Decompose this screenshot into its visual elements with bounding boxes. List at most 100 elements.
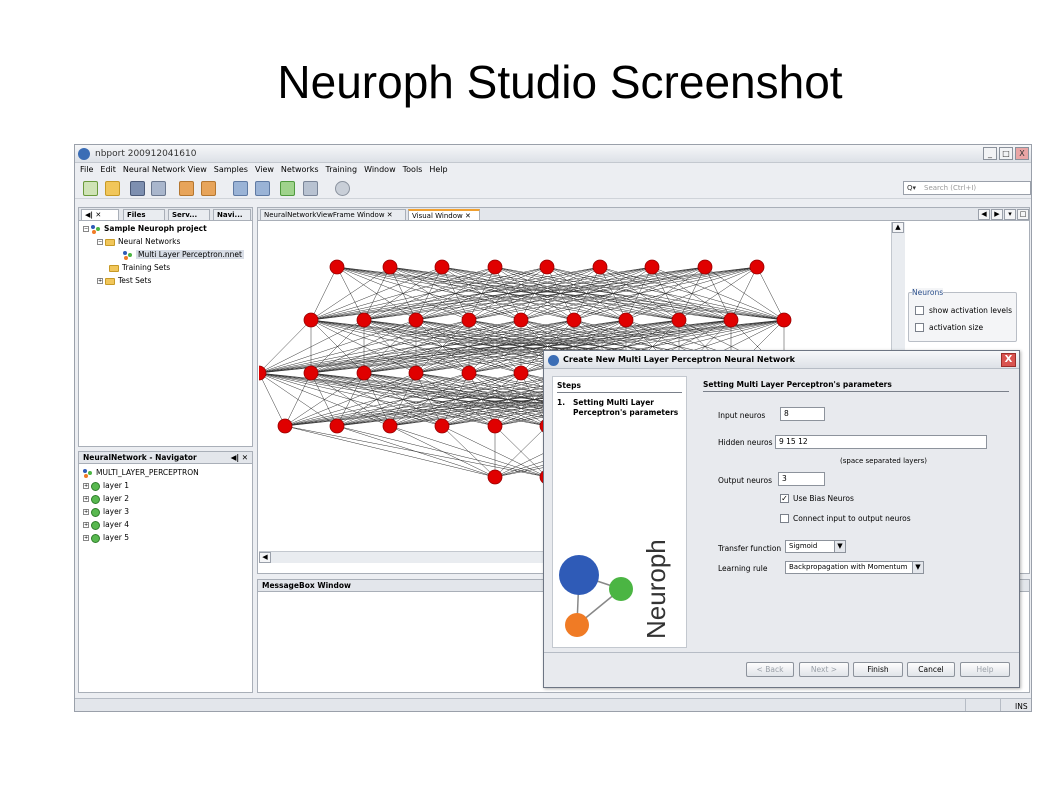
neuron-node-layer-4[interactable]: [277, 418, 293, 434]
back-button[interactable]: < Back: [746, 662, 794, 677]
profile-icon[interactable]: [335, 181, 350, 196]
debug-icon[interactable]: [303, 181, 318, 196]
expand-icon[interactable]: +: [83, 496, 89, 502]
neuron-node-layer-1[interactable]: [697, 259, 713, 275]
tab-network-view-frame[interactable]: NeuralNetworkViewFrame Window ✕: [260, 209, 406, 220]
menu-help[interactable]: Help: [429, 163, 447, 177]
expand-icon[interactable]: +: [83, 509, 89, 515]
expand-icon[interactable]: +: [83, 535, 89, 541]
input-neurons-field[interactable]: 8: [780, 407, 825, 421]
window-close-button[interactable]: X: [1015, 147, 1029, 160]
copy-icon[interactable]: [151, 181, 166, 196]
tree-layer-2[interactable]: + layer 2: [83, 493, 129, 505]
output-neurons-field[interactable]: 3: [778, 472, 825, 486]
build-icon[interactable]: [233, 181, 248, 196]
tree-training-sets[interactable]: Training Sets: [109, 262, 170, 274]
menu-edit[interactable]: Edit: [100, 163, 116, 177]
menu-view[interactable]: View: [255, 163, 274, 177]
connect-io-checkbox[interactable]: [780, 514, 789, 523]
finish-button[interactable]: Finish: [853, 662, 903, 677]
next-button[interactable]: Next >: [799, 662, 849, 677]
expand-icon[interactable]: +: [83, 522, 89, 528]
neuron-node-layer-1[interactable]: [382, 259, 398, 275]
neuron-node-layer-3[interactable]: [259, 365, 267, 381]
neuron-node-layer-2[interactable]: [723, 312, 739, 328]
tree-mlp-root[interactable]: MULTI_LAYER_PERCEPTRON: [83, 467, 199, 479]
maximize-editor-icon[interactable]: □: [1017, 209, 1029, 220]
neuron-node-layer-1[interactable]: [749, 259, 765, 275]
clean-build-icon[interactable]: [255, 181, 270, 196]
neuron-node-layer-1[interactable]: [487, 259, 503, 275]
neuron-node-layer-1[interactable]: [644, 259, 660, 275]
hidden-neurons-field[interactable]: 9 15 12: [775, 435, 987, 449]
tree-layer-4[interactable]: + layer 4: [83, 519, 129, 531]
neuron-node-layer-3[interactable]: [303, 365, 319, 381]
neuron-node-layer-2[interactable]: [776, 312, 792, 328]
neuron-node-layer-3[interactable]: [408, 365, 424, 381]
run-icon[interactable]: [280, 181, 295, 196]
undo-icon[interactable]: [179, 181, 194, 196]
tab-services[interactable]: Serv...: [168, 209, 210, 220]
tree-neural-networks[interactable]: − Neural Networks: [97, 236, 180, 248]
menu-file[interactable]: File: [80, 163, 93, 177]
neuron-node-layer-2[interactable]: [356, 312, 372, 328]
neuron-node-layer-1[interactable]: [434, 259, 450, 275]
activation-size-checkbox[interactable]: [915, 323, 924, 332]
menu-samples[interactable]: Samples: [214, 163, 248, 177]
neuron-node-layer-2[interactable]: [566, 312, 582, 328]
scroll-right-tabs-icon[interactable]: ▶: [991, 209, 1003, 220]
neuron-node-layer-2[interactable]: [303, 312, 319, 328]
expand-icon[interactable]: +: [97, 278, 103, 284]
neuron-node-layer-1[interactable]: [539, 259, 555, 275]
learning-rule-select[interactable]: Backpropagation with Momentum ▼: [785, 561, 924, 574]
neuron-node-layer-1[interactable]: [592, 259, 608, 275]
neuron-node-layer-4[interactable]: [382, 418, 398, 434]
neuron-node-layer-2[interactable]: [408, 312, 424, 328]
dialog-close-button[interactable]: X: [1001, 353, 1016, 367]
neuron-node-layer-3[interactable]: [356, 365, 372, 381]
tree-layer-1[interactable]: + layer 1: [83, 480, 129, 492]
neuron-node-layer-2[interactable]: [618, 312, 634, 328]
save-all-icon[interactable]: [130, 181, 145, 196]
scroll-left-icon[interactable]: ◀: [259, 552, 271, 563]
tree-layer-5[interactable]: + layer 5: [83, 532, 129, 544]
tree-network-file[interactable]: Multi Layer Perceptron.nnet: [123, 249, 244, 261]
collapse-icon[interactable]: −: [97, 239, 103, 245]
transfer-function-select[interactable]: Sigmoid ▼: [785, 540, 846, 553]
tree-layer-3[interactable]: + layer 3: [83, 506, 129, 518]
tab-list-icon[interactable]: ▾: [1004, 209, 1016, 220]
neuron-node-layer-2[interactable]: [461, 312, 477, 328]
menu-tools[interactable]: Tools: [403, 163, 423, 177]
maximize-button[interactable]: □: [999, 147, 1013, 160]
neuron-node-layer-2[interactable]: [513, 312, 529, 328]
scroll-left-tabs-icon[interactable]: ◀: [978, 209, 990, 220]
neuron-node-layer-4[interactable]: [434, 418, 450, 434]
menu-window[interactable]: Window: [364, 163, 396, 177]
open-project-icon[interactable]: [105, 181, 120, 196]
show-activation-checkbox[interactable]: [915, 306, 924, 315]
cancel-button[interactable]: Cancel: [907, 662, 955, 677]
redo-icon[interactable]: [201, 181, 216, 196]
neuron-node-layer-3[interactable]: [461, 365, 477, 381]
neuron-node-layer-4[interactable]: [487, 418, 503, 434]
tab-navigator[interactable]: Navi...: [213, 209, 251, 220]
tab-files[interactable]: Files: [123, 209, 165, 220]
search-input[interactable]: Q▾ Search (Ctrl+I): [903, 181, 1031, 195]
neuron-node-layer-3[interactable]: [513, 365, 529, 381]
tab-projects[interactable]: ◀| ✕: [81, 209, 119, 220]
neuron-node-layer-5[interactable]: [487, 469, 503, 485]
menu-networks[interactable]: Networks: [281, 163, 319, 177]
neuron-node-layer-2[interactable]: [671, 312, 687, 328]
use-bias-checkbox[interactable]: ✓: [780, 494, 789, 503]
minimize-button[interactable]: _: [983, 147, 997, 160]
scroll-up-icon[interactable]: ▲: [892, 222, 904, 233]
tree-project[interactable]: − Sample Neuroph project: [83, 223, 207, 235]
tree-test-sets[interactable]: + Test Sets: [97, 275, 151, 287]
navigator-controls[interactable]: ◀| ✕: [231, 452, 248, 464]
neuron-node-layer-4[interactable]: [329, 418, 345, 434]
collapse-icon[interactable]: −: [83, 226, 89, 232]
new-file-icon[interactable]: [83, 181, 98, 196]
help-button[interactable]: Help: [960, 662, 1010, 677]
menu-training[interactable]: Training: [326, 163, 358, 177]
tab-visual-window[interactable]: Visual Window ✕: [408, 209, 480, 220]
